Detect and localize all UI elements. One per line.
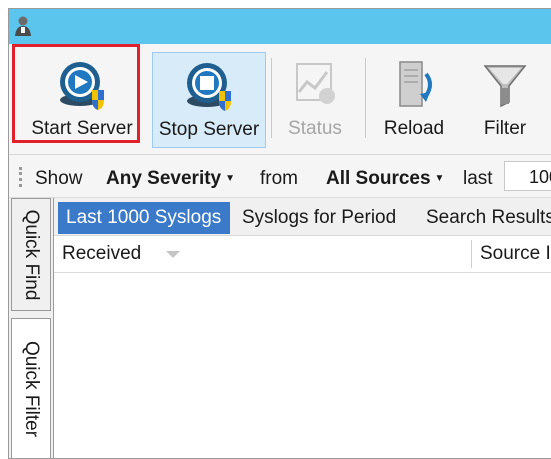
severity-value: Any Severity <box>106 168 222 189</box>
start-server-button[interactable]: Start Server <box>17 52 147 148</box>
tab-last-1000-syslogs[interactable]: Last 1000 Syslogs <box>58 202 230 234</box>
title-bar <box>9 9 551 44</box>
sources-dropdown[interactable]: All Sources ▼ <box>326 168 444 190</box>
from-label: from <box>260 168 298 189</box>
chevron-down-icon: ▼ <box>225 173 236 185</box>
filter-icon <box>483 65 527 108</box>
side-tab-label: Quick Find <box>21 209 42 300</box>
side-tab-strip: Quick Find Quick Filter <box>9 198 53 458</box>
stop-server-button[interactable]: Stop Server <box>152 52 266 148</box>
count-input[interactable]: 1000 <box>504 161 551 191</box>
side-tab-label: Quick Filter <box>21 340 42 438</box>
filter-label: Filter <box>483 118 527 139</box>
start-server-icon <box>60 62 104 110</box>
column-divider[interactable] <box>471 240 472 268</box>
status-label: Status <box>288 118 342 139</box>
side-tab-quick-filter[interactable]: Quick Filter <box>11 318 51 458</box>
chevron-down-icon: ▼ <box>434 173 445 185</box>
app-icon <box>15 16 31 36</box>
sort-arrow-icon <box>166 251 180 258</box>
tab-search-results[interactable]: Search Results <box>418 202 551 234</box>
side-tab-quick-find[interactable]: Quick Find <box>11 198 51 311</box>
reload-icon <box>399 61 432 107</box>
syslog-panel: Last 1000 Syslogs Syslogs for Period Sea… <box>53 198 551 458</box>
toolbar-divider <box>271 58 272 138</box>
toolbar-divider <box>365 58 366 138</box>
status-icon <box>296 63 335 104</box>
sources-value: All Sources <box>326 168 431 189</box>
reload-button[interactable]: Reload <box>375 52 453 148</box>
severity-dropdown[interactable]: Any Severity ▼ <box>106 168 235 190</box>
last-label: last <box>463 168 493 189</box>
tab-syslogs-for-period[interactable]: Syslogs for Period <box>234 202 404 234</box>
tab-strip: Last 1000 Syslogs Syslogs for Period Sea… <box>54 198 551 235</box>
syslog-grid[interactable] <box>54 273 551 458</box>
stop-server-label: Stop Server <box>158 119 260 140</box>
status-button[interactable]: Status <box>273 52 357 148</box>
column-header-received[interactable]: Received <box>62 243 141 265</box>
column-header-row: Received Source IP <box>54 235 551 273</box>
app-window: Start Server Stop Server Status Reload F… <box>8 8 551 459</box>
filter-button[interactable]: Filter <box>469 52 541 148</box>
toolbar: Start Server Stop Server Status Reload F… <box>9 44 551 155</box>
reload-label: Reload <box>383 118 445 139</box>
stop-server-icon <box>187 63 231 111</box>
start-server-label: Start Server <box>31 118 133 139</box>
column-header-source-ip[interactable]: Source IP <box>480 243 551 265</box>
filter-bar: Show Any Severity ▼ from All Sources ▼ las… <box>9 155 551 198</box>
toolbar-grip[interactable] <box>19 167 25 187</box>
show-label: Show <box>35 168 83 189</box>
